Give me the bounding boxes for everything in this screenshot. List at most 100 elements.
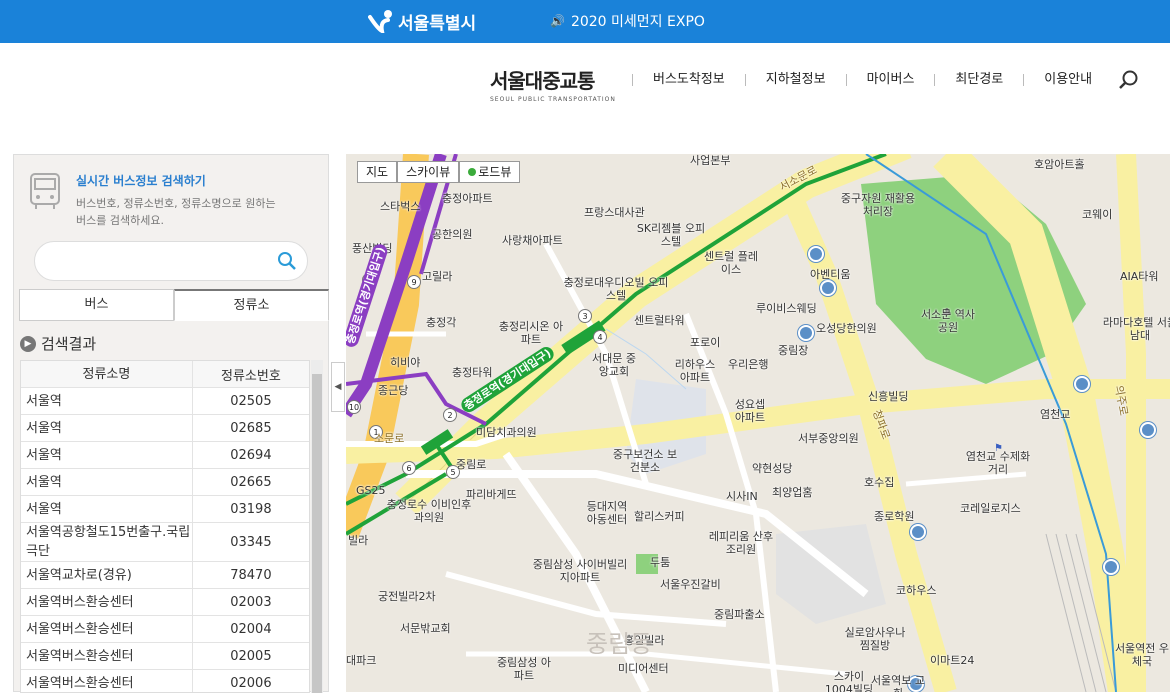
- table-row[interactable]: 서울역버스환승센터 02005: [21, 643, 309, 670]
- station-exit-10[interactable]: 10: [347, 400, 361, 414]
- stop-name-cell[interactable]: 서울역교차로(경유): [21, 562, 193, 588]
- panel-title: 실시간 버스정보 검색하기: [76, 174, 206, 188]
- map-label: 서부중앙의원: [798, 432, 859, 445]
- table-row[interactable]: 서울역 02665: [21, 469, 309, 496]
- map-label: 빌라: [348, 534, 369, 547]
- bus-stop-marker[interactable]: [820, 280, 836, 296]
- expo-notice-text: 2020 미세먼지 EXPO: [570, 14, 705, 30]
- tab-roadview[interactable]: 로드뷰: [459, 161, 521, 183]
- map-label: 코레일로지스: [960, 502, 1021, 515]
- map-label: 충정아파트: [442, 192, 493, 205]
- bus-stop-marker[interactable]: [1074, 376, 1090, 392]
- stop-name-cell[interactable]: 서울역: [21, 415, 193, 441]
- arrow-right-icon: ▶: [20, 335, 36, 352]
- bus-stop-marker[interactable]: [1103, 559, 1119, 575]
- result-scrollbar[interactable]: [311, 360, 323, 693]
- map-view-tabs: 지도 스카이뷰 로드뷰: [357, 161, 521, 183]
- table-row[interactable]: 서울역 02505: [21, 388, 309, 415]
- table-row[interactable]: 서울역교차로(경유) 78470: [21, 562, 309, 589]
- map-label: 미담치과의원: [476, 426, 537, 439]
- bus-stop-marker[interactable]: [1140, 422, 1156, 438]
- bus-stop-marker[interactable]: [808, 246, 824, 262]
- stop-name-cell[interactable]: 서울역: [21, 388, 193, 414]
- tab-stop[interactable]: 정류소: [174, 289, 329, 321]
- station-exit-3[interactable]: 3: [578, 309, 592, 323]
- stop-name-cell[interactable]: 서울역: [21, 442, 193, 468]
- result-table: 정류소명 정류소번호 서울역 02505 서울역 02685 서울역 02694 서울역 02…: [20, 360, 310, 693]
- station-exit-4[interactable]: 4: [593, 330, 607, 344]
- map-label: 사업본부: [690, 154, 731, 167]
- result-title: 검색결과: [41, 335, 97, 353]
- stop-name-cell[interactable]: 서울역버스환승센터: [21, 670, 193, 692]
- map-label: 종근당: [378, 384, 409, 397]
- table-row[interactable]: 서울역공항철도15번출구.국립극단 03345: [21, 523, 309, 562]
- map-label: 등대지역 아동센터: [586, 500, 628, 526]
- search-icon[interactable]: [1118, 69, 1140, 91]
- search-panel: 실시간 버스정보 검색하기 버스번호, 정류소번호, 정류소명으로 원하는 버스…: [13, 154, 329, 693]
- table-header: 정류소명 정류소번호: [21, 361, 309, 388]
- map-label: 시사IN: [726, 490, 758, 503]
- table-row[interactable]: 서울역 03198: [21, 496, 309, 523]
- bus-stop-marker[interactable]: [798, 325, 814, 341]
- map-label: 서문밖교회: [400, 622, 451, 635]
- map-label: 두툼: [650, 556, 671, 569]
- col-stop-number: 정류소번호: [221, 368, 281, 384]
- brand-subtitle: SEOUL PUBLIC TRANSPORTATION: [490, 96, 616, 103]
- stop-name-cell[interactable]: 서울역: [21, 496, 193, 522]
- map-label: 중림장: [778, 344, 809, 357]
- map-label: 고릴라: [422, 270, 453, 283]
- stop-name-cell[interactable]: 서울역공항철도15번출구.국립극단: [21, 523, 193, 561]
- scrollbar-thumb[interactable]: [312, 374, 322, 693]
- expo-notice[interactable]: 🔊 2020 미세먼지 EXPO: [550, 11, 705, 31]
- map-label: 코하우스: [896, 584, 937, 597]
- map-label: 궁전빌라2차: [378, 590, 436, 603]
- map-label: 중구자원 재활용처리장: [840, 192, 916, 218]
- top-banner: 서울특별시 🔊 2020 미세먼지 EXPO: [0, 0, 1170, 43]
- stop-number-cell: 02665: [230, 474, 272, 490]
- bus-stop-marker[interactable]: [910, 524, 926, 540]
- map-label: 이마트24: [930, 654, 975, 667]
- table-row[interactable]: 서울역버스환승센터 02003: [21, 589, 309, 616]
- stop-name-cell[interactable]: 서울역버스환승센터: [21, 589, 193, 615]
- seoul-logo[interactable]: 서울특별시: [368, 7, 476, 35]
- map-label: 충정리시온 아파트: [498, 320, 564, 346]
- brand-logo[interactable]: 서울대중교통 SEOUL PUBLIC TRANSPORTATION: [490, 65, 630, 103]
- map-label: 서대문 중앙교회: [592, 352, 636, 378]
- map-label: 파리바게뜨: [466, 488, 517, 501]
- map-label: 충정타워: [452, 366, 493, 379]
- stop-search-input[interactable]: [34, 241, 308, 281]
- table-row[interactable]: 서울역버스환승센터 02006: [21, 670, 309, 692]
- table-row[interactable]: 서울역 02694: [21, 442, 309, 469]
- station-exit-9[interactable]: 9: [407, 275, 421, 289]
- stop-name-cell[interactable]: 서울역: [21, 469, 193, 495]
- stop-name-cell[interactable]: 서울역버스환승센터: [21, 643, 193, 669]
- station-exit-6[interactable]: 6: [402, 461, 416, 475]
- collapse-panel-button[interactable]: ◀: [331, 362, 345, 412]
- roadview-label: 로드뷰: [478, 165, 512, 179]
- map-label: 센트럴 플레이스: [703, 250, 759, 276]
- tab-skyview[interactable]: 스카이뷰: [397, 161, 460, 183]
- nav-bus-arrival[interactable]: 버스도착정보: [632, 73, 745, 86]
- map-label: 중구보건소 보건분소: [612, 448, 678, 474]
- search-icon[interactable]: [277, 251, 297, 275]
- nav-guide[interactable]: 이용안내: [1023, 73, 1112, 86]
- stop-name-cell[interactable]: 서울역버스환승센터: [21, 616, 193, 642]
- nav-subway[interactable]: 지하철정보: [744, 73, 846, 86]
- map-label: 약현성당: [752, 462, 793, 475]
- tab-bus[interactable]: 버스: [19, 289, 174, 321]
- map-view[interactable]: ♣ ⚑ 지도 스카이뷰 로드뷰 3 4 2 1 6 5 8 9 10 사업본부 …: [346, 154, 1170, 692]
- table-row[interactable]: 서울역버스환승센터 02004: [21, 616, 309, 643]
- stop-number-cell: 02694: [230, 447, 272, 463]
- tab-map[interactable]: 지도: [357, 161, 398, 183]
- map-label: 성요셉 아파트: [734, 398, 766, 424]
- bus-icon: [26, 171, 64, 211]
- table-row[interactable]: 서울역 02685: [21, 415, 309, 442]
- nav-shortest-route[interactable]: 최단경로: [934, 73, 1023, 86]
- result-heading: ▶ 검색결과: [20, 333, 96, 354]
- map-label: 스타벅스: [380, 200, 421, 213]
- station-exit-2[interactable]: 2: [443, 408, 457, 422]
- map-label: 센트럴타워: [634, 314, 685, 327]
- map-label: 사랑채아파트: [502, 234, 563, 247]
- map-label: 종로학원: [874, 510, 915, 523]
- nav-mybus[interactable]: 마이버스: [845, 73, 935, 86]
